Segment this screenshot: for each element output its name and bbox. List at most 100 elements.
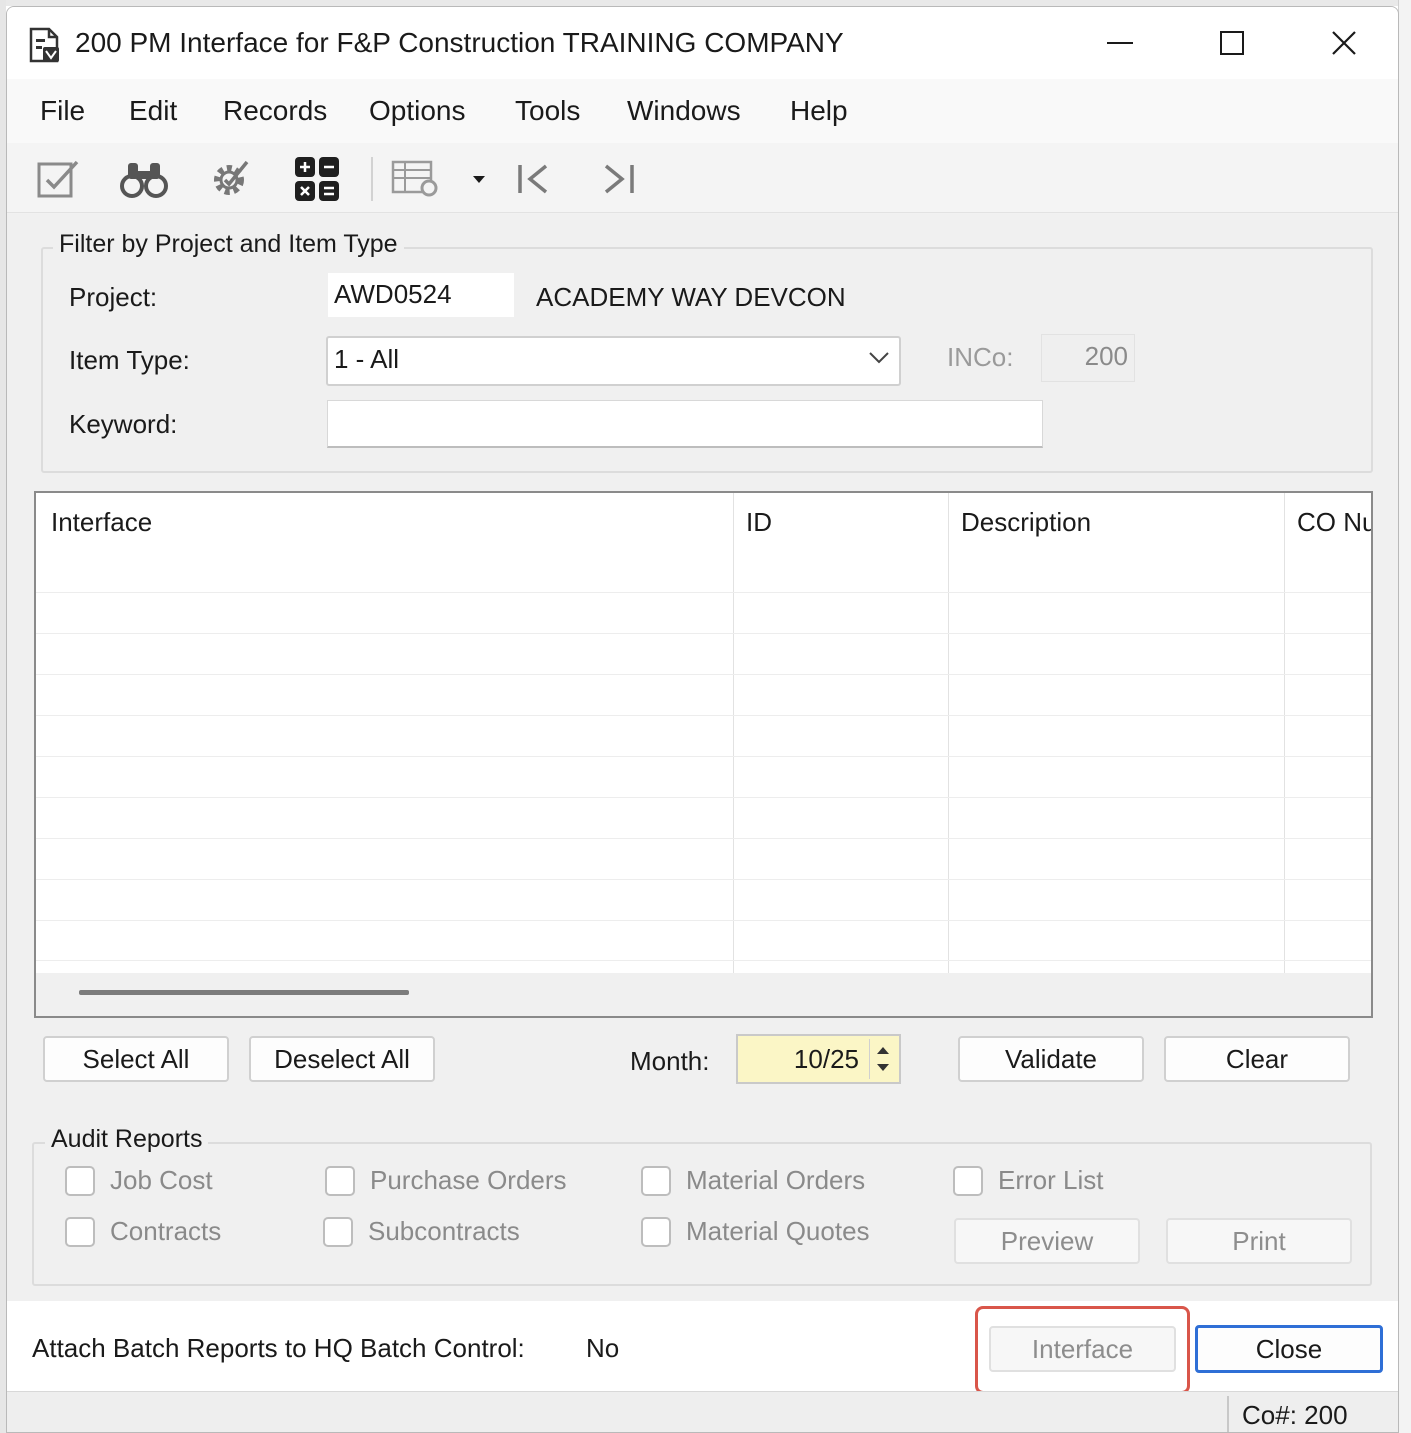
settings-gear-icon[interactable] xyxy=(205,155,255,203)
minimize-icon xyxy=(1107,42,1133,44)
checkbox-box[interactable] xyxy=(953,1165,983,1196)
maximize-icon xyxy=(1220,31,1244,55)
checkbox-purchase-orders[interactable]: Purchase Orders xyxy=(325,1165,567,1196)
grid-row-line xyxy=(36,838,1371,839)
menu-edit[interactable]: Edit xyxy=(129,95,177,127)
grid-row-line xyxy=(36,756,1371,757)
checkbox-box[interactable] xyxy=(641,1216,671,1247)
checkbox-label: Purchase Orders xyxy=(370,1165,567,1195)
status-separator xyxy=(1227,1396,1229,1432)
calculator-icon[interactable] xyxy=(292,155,342,203)
maximize-button[interactable] xyxy=(1207,21,1257,65)
column-header-description[interactable]: Description xyxy=(961,507,1091,538)
grid-row-line xyxy=(36,797,1371,798)
grid-row-line xyxy=(36,592,1371,593)
grid-row-line xyxy=(36,960,1371,961)
edit-check-icon[interactable] xyxy=(33,155,83,203)
spin-up-icon xyxy=(877,1047,889,1054)
month-spinner[interactable] xyxy=(869,1039,895,1079)
checkbox-box[interactable] xyxy=(65,1165,95,1196)
checkbox-box[interactable] xyxy=(323,1216,353,1247)
inco-field: 200 xyxy=(1041,334,1135,382)
item-type-label: Item Type: xyxy=(69,345,190,375)
grid-header: Interface ID Description CO Nu xyxy=(36,493,1371,555)
grid-row-line xyxy=(36,879,1371,880)
status-bar: Co#: 200 xyxy=(7,1391,1398,1432)
column-header-interface[interactable]: Interface xyxy=(51,507,152,538)
keyword-input[interactable] xyxy=(327,400,1043,448)
checkbox-box[interactable] xyxy=(325,1165,355,1196)
select-all-button[interactable]: Select All xyxy=(43,1036,229,1082)
attach-batch-label: Attach Batch Reports to HQ Batch Control… xyxy=(32,1333,525,1363)
company-number: Co#: 200 xyxy=(1242,1400,1348,1430)
column-header-co-number[interactable]: CO Nu xyxy=(1297,507,1371,538)
menu-options[interactable]: Options xyxy=(369,95,466,127)
checkbox-label: Subcontracts xyxy=(368,1216,520,1246)
pm-interface-window: 200 PM Interface for F&P Construction TR… xyxy=(6,6,1399,1433)
spin-down-icon xyxy=(877,1064,889,1071)
horizontal-scrollbar[interactable] xyxy=(36,973,1371,1016)
validate-button[interactable]: Validate xyxy=(958,1036,1144,1082)
grid-row-line xyxy=(36,633,1371,634)
clear-button[interactable]: Clear xyxy=(1164,1036,1350,1082)
project-input[interactable]: AWD0524 xyxy=(327,272,515,318)
deselect-all-button[interactable]: Deselect All xyxy=(249,1036,435,1082)
checkbox-box[interactable] xyxy=(65,1216,95,1247)
menu-records[interactable]: Records xyxy=(223,95,327,127)
menu-tools[interactable]: Tools xyxy=(515,95,580,127)
window-title: 200 PM Interface for F&P Construction TR… xyxy=(75,27,844,58)
menu-help[interactable]: Help xyxy=(790,95,848,127)
checkbox-label: Material Quotes xyxy=(686,1216,870,1246)
checkbox-label: Job Cost xyxy=(110,1165,213,1195)
last-record-icon[interactable] xyxy=(595,155,645,203)
column-divider xyxy=(1284,493,1285,973)
month-label: Month: xyxy=(630,1046,710,1076)
print-button[interactable]: Print xyxy=(1166,1218,1352,1264)
filter-group-title: Filter by Project and Item Type xyxy=(53,230,404,259)
column-divider xyxy=(733,493,734,973)
chevron-down-icon xyxy=(869,352,889,364)
form-document-icon xyxy=(27,25,63,65)
background-window-edge xyxy=(1398,0,1411,1433)
audit-reports-title: Audit Reports xyxy=(45,1125,209,1154)
attach-batch-value: No xyxy=(586,1333,620,1363)
scrollbar-thumb[interactable] xyxy=(79,990,409,995)
grid-settings-icon[interactable] xyxy=(391,155,441,203)
keyword-label: Keyword: xyxy=(69,409,178,439)
grid-row-line xyxy=(36,715,1371,716)
menu-file[interactable]: File xyxy=(40,95,85,127)
checkbox-error-list[interactable]: Error List xyxy=(953,1165,1103,1196)
minimize-button[interactable] xyxy=(1095,21,1145,65)
preview-button[interactable]: Preview xyxy=(954,1218,1140,1264)
checkbox-label: Material Orders xyxy=(686,1165,866,1195)
checkbox-box[interactable] xyxy=(641,1165,671,1196)
column-header-id[interactable]: ID xyxy=(746,507,772,538)
dropdown-arrow-icon[interactable] xyxy=(459,155,499,203)
checkbox-label: Contracts xyxy=(110,1216,222,1246)
first-record-icon[interactable] xyxy=(509,155,559,203)
form-content: Filter by Project and Item Type Project:… xyxy=(7,214,1398,1301)
checkbox-contracts[interactable]: Contracts xyxy=(65,1216,221,1247)
interface-grid[interactable]: Interface ID Description CO Nu xyxy=(34,491,1373,1018)
month-input[interactable]: 10/25 xyxy=(736,1034,901,1084)
menu-windows[interactable]: Windows xyxy=(627,95,741,127)
audit-reports-group xyxy=(32,1142,1372,1286)
grid-row-line xyxy=(36,920,1371,921)
project-label: Project: xyxy=(69,282,158,312)
inco-label: INCo: xyxy=(947,342,1014,372)
month-value: 10/25 xyxy=(793,1044,859,1074)
item-type-value: 1 - All xyxy=(334,344,400,374)
checkbox-material-quotes[interactable]: Material Quotes xyxy=(641,1216,870,1247)
close-window-button[interactable] xyxy=(1319,21,1369,65)
checkbox-label: Error List xyxy=(998,1165,1104,1195)
checkbox-subcontracts[interactable]: Subcontracts xyxy=(323,1216,520,1247)
checkbox-material-orders[interactable]: Material Orders xyxy=(641,1165,865,1196)
close-button[interactable]: Close xyxy=(1195,1325,1383,1373)
checkbox-job-cost[interactable]: Job Cost xyxy=(65,1165,213,1196)
item-type-select[interactable]: 1 - All xyxy=(326,336,901,386)
binoculars-icon[interactable] xyxy=(119,155,169,203)
project-name: ACADEMY WAY DEVCON xyxy=(536,282,846,312)
column-divider xyxy=(948,493,949,973)
toolbar-separator xyxy=(371,157,373,201)
menu-bar: File Edit Records Options Tools Windows … xyxy=(7,79,1398,143)
